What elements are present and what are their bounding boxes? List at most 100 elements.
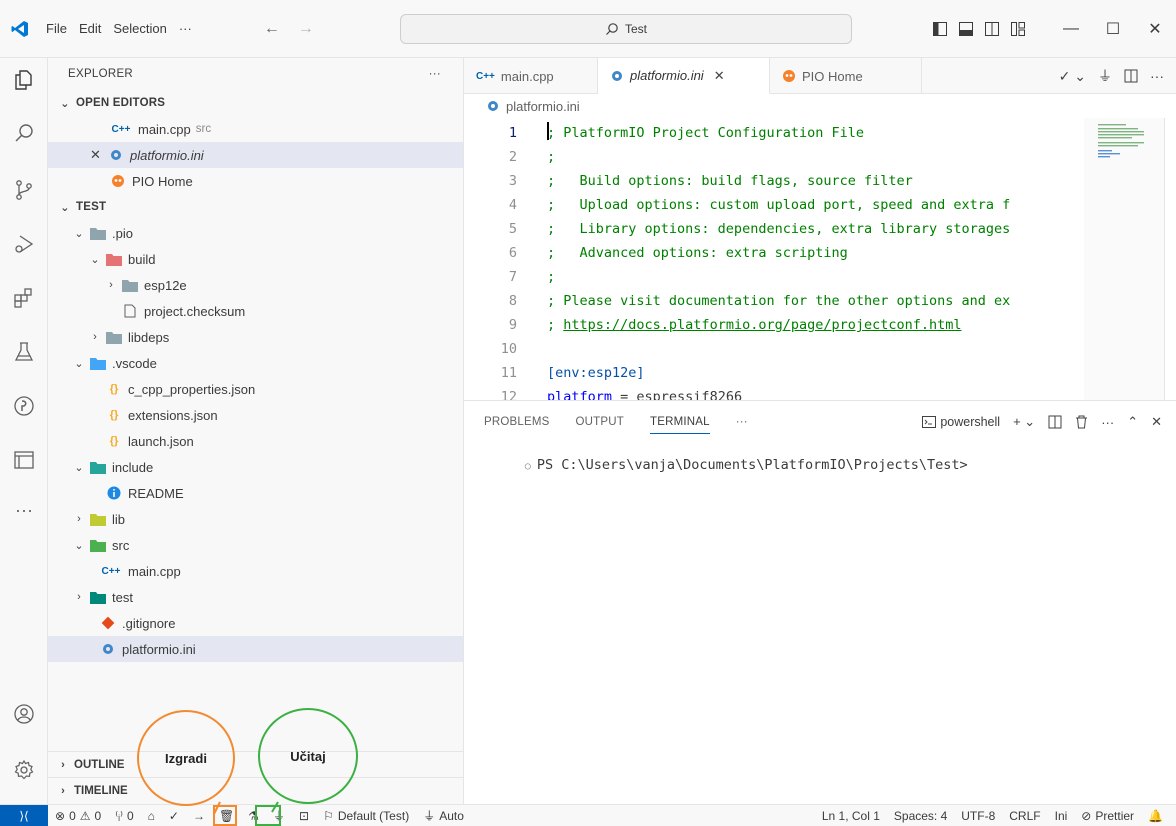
tree-item-platformio-ini[interactable]: platformio.ini xyxy=(48,636,463,662)
check-icon[interactable]: ✓ ⌄ xyxy=(1059,68,1086,85)
remote-indicator[interactable]: ⟩⟨ xyxy=(0,804,48,826)
terminal-output[interactable]: ○ PS C:\Users\vanja\Documents\PlatformIO… xyxy=(476,441,968,489)
platformio-icon[interactable] xyxy=(0,386,48,426)
docs-link[interactable]: https://docs.platformio.org/page/project… xyxy=(563,317,961,333)
tab-terminal[interactable]: TERMINAL xyxy=(650,410,710,434)
title-bar-right: — ☐ ✕ xyxy=(932,0,1176,58)
pio-env-selector[interactable]: ⚐ Default (Test) xyxy=(316,809,416,823)
command-center-search[interactable]: Test xyxy=(400,14,852,44)
open-editors-section[interactable]: ⌄ OPEN EDITORS xyxy=(48,90,463,116)
problems-status[interactable]: ⊗ 0 ⚠ 0 xyxy=(48,809,108,823)
cpp-file-icon: C++ xyxy=(101,565,121,577)
extensions-icon[interactable] xyxy=(0,278,48,318)
explorer-more-icon[interactable]: ··· xyxy=(429,68,441,80)
code-text: ; Build options: build flags, source fil… xyxy=(547,173,913,189)
explorer-icon[interactable] xyxy=(0,60,48,100)
minimap[interactable] xyxy=(1084,118,1164,400)
tree-item-lib[interactable]: › lib xyxy=(48,506,463,532)
terminal-shell-selector[interactable]: powershell xyxy=(922,415,1000,429)
tab-problems[interactable]: PROBLEMS xyxy=(484,416,550,428)
trash-icon[interactable] xyxy=(1075,415,1088,429)
tree-item-build[interactable]: ⌄ build xyxy=(48,246,463,272)
tree-item-c-cpp-properties[interactable]: {} c_cpp_properties.json xyxy=(48,376,463,402)
tree-item-libdeps[interactable]: › libdeps xyxy=(48,324,463,350)
accounts-icon[interactable] xyxy=(0,694,48,734)
vertical-scrollbar[interactable] xyxy=(1164,118,1176,400)
toggle-sidebar-icon[interactable] xyxy=(932,21,948,37)
tab-more[interactable]: ··· xyxy=(736,416,748,428)
maximize-panel-icon[interactable]: ⌃ xyxy=(1127,414,1138,430)
chevron-down-icon: ⌄ xyxy=(60,97,70,110)
minimize-button[interactable]: — xyxy=(1050,20,1092,38)
prettier-status[interactable]: ⊘ Prettier xyxy=(1074,809,1141,823)
tree-item-vscode[interactable]: ⌄ .vscode xyxy=(48,350,463,376)
pio-home-button[interactable]: ⌂ xyxy=(141,809,162,823)
tree-item-src[interactable]: ⌄ src xyxy=(48,532,463,558)
warning-icon: ⚠ xyxy=(79,808,91,823)
menu-selection[interactable]: Selection xyxy=(107,21,172,36)
language-mode[interactable]: Ini xyxy=(1048,809,1075,823)
search-icon[interactable] xyxy=(0,114,48,154)
encoding[interactable]: UTF-8 xyxy=(954,809,1002,823)
testing-icon[interactable] xyxy=(0,332,48,372)
tree-item-extensions-json[interactable]: {} extensions.json xyxy=(48,402,463,428)
tab-main-cpp[interactable]: C++ main.cpp xyxy=(464,58,598,94)
plug-icon[interactable]: ⏚ xyxy=(1098,66,1112,86)
indentation[interactable]: Spaces: 4 xyxy=(887,809,954,823)
run-debug-icon[interactable] xyxy=(0,224,48,264)
pio-port-selector[interactable]: ⏚ Auto xyxy=(416,807,471,824)
source-control-icon[interactable] xyxy=(0,170,48,210)
split-terminal-icon[interactable] xyxy=(1048,415,1062,429)
tab-pio-home[interactable]: PIO Home xyxy=(770,58,922,94)
tree-item-test[interactable]: › test xyxy=(48,584,463,610)
folder-lib-icon xyxy=(90,511,106,527)
more-views-icon[interactable]: ··· xyxy=(0,490,48,530)
customize-layout-icon[interactable] xyxy=(1010,21,1026,37)
panel-more-icon[interactable]: ··· xyxy=(1101,415,1114,430)
tree-item-esp12e[interactable]: › esp12e xyxy=(48,272,463,298)
toggle-secondary-sidebar-icon[interactable] xyxy=(984,21,1000,37)
ports-status[interactable]: ⁽ᵢ⁾ 0 xyxy=(108,809,140,823)
outline-section[interactable]: › OUTLINE xyxy=(48,751,463,777)
close-icon[interactable]: ✕ xyxy=(714,68,725,84)
tree-item-include[interactable]: ⌄ include xyxy=(48,454,463,480)
pio-terminal-button[interactable]: ⊡ xyxy=(292,809,316,823)
menu-edit[interactable]: Edit xyxy=(73,21,107,36)
more-actions-icon[interactable]: ··· xyxy=(1150,68,1164,84)
tree-item-project-checksum[interactable]: project.checksum xyxy=(48,298,463,324)
build-annotation-pointer xyxy=(213,801,237,826)
toggle-panel-icon[interactable] xyxy=(958,21,974,37)
close-icon[interactable]: ✕ xyxy=(90,147,108,163)
tab-output[interactable]: OUTPUT xyxy=(576,416,624,428)
menu-more[interactable]: ··· xyxy=(173,21,198,36)
breadcrumb[interactable]: platformio.ini xyxy=(464,94,1176,118)
open-editor-platformio-ini[interactable]: ✕ platformio.ini xyxy=(48,142,463,168)
notifications-bell-icon[interactable]: 🔔 xyxy=(1141,809,1170,823)
split-editor-icon[interactable] xyxy=(1124,69,1138,83)
settings-gear-icon[interactable] xyxy=(0,750,48,790)
tree-item-pio[interactable]: ⌄ .pio xyxy=(48,220,463,246)
maximize-button[interactable]: ☐ xyxy=(1092,19,1134,39)
tab-platformio-ini[interactable]: platformio.ini ✕ xyxy=(598,58,770,94)
remote-explorer-icon[interactable] xyxy=(0,440,48,480)
project-section[interactable]: ⌄ TEST xyxy=(48,194,463,220)
open-editor-main-cpp[interactable]: C++ main.cpp src xyxy=(48,116,463,142)
pio-alien-icon xyxy=(783,70,795,82)
tree-item-gitignore[interactable]: .gitignore xyxy=(48,610,463,636)
editor-actions: ✓ ⌄ ⏚ ··· xyxy=(1059,58,1164,94)
close-button[interactable]: ✕ xyxy=(1134,19,1176,39)
line-endings[interactable]: CRLF xyxy=(1002,809,1047,823)
new-terminal-icon[interactable]: + ⌄ xyxy=(1013,414,1035,430)
back-arrow-icon[interactable]: ← xyxy=(264,20,280,38)
code-editor[interactable]: 1 ; PlatformIO Project Configuration File… xyxy=(464,120,1084,400)
tree-item-main-cpp[interactable]: C++ main.cpp xyxy=(48,558,463,584)
chevron-down-icon: ⌄ xyxy=(90,253,100,266)
cursor-position[interactable]: Ln 1, Col 1 xyxy=(815,809,887,823)
tree-item-readme[interactable]: README xyxy=(48,480,463,506)
open-editor-pio-home[interactable]: PIO Home xyxy=(48,168,463,194)
tree-item-launch-json[interactable]: {} launch.json xyxy=(48,428,463,454)
close-panel-icon[interactable]: ✕ xyxy=(1151,414,1162,430)
pio-build-button[interactable]: ✓ xyxy=(162,809,186,823)
forward-arrow-icon[interactable]: → xyxy=(298,20,314,38)
menu-file[interactable]: File xyxy=(40,21,73,36)
